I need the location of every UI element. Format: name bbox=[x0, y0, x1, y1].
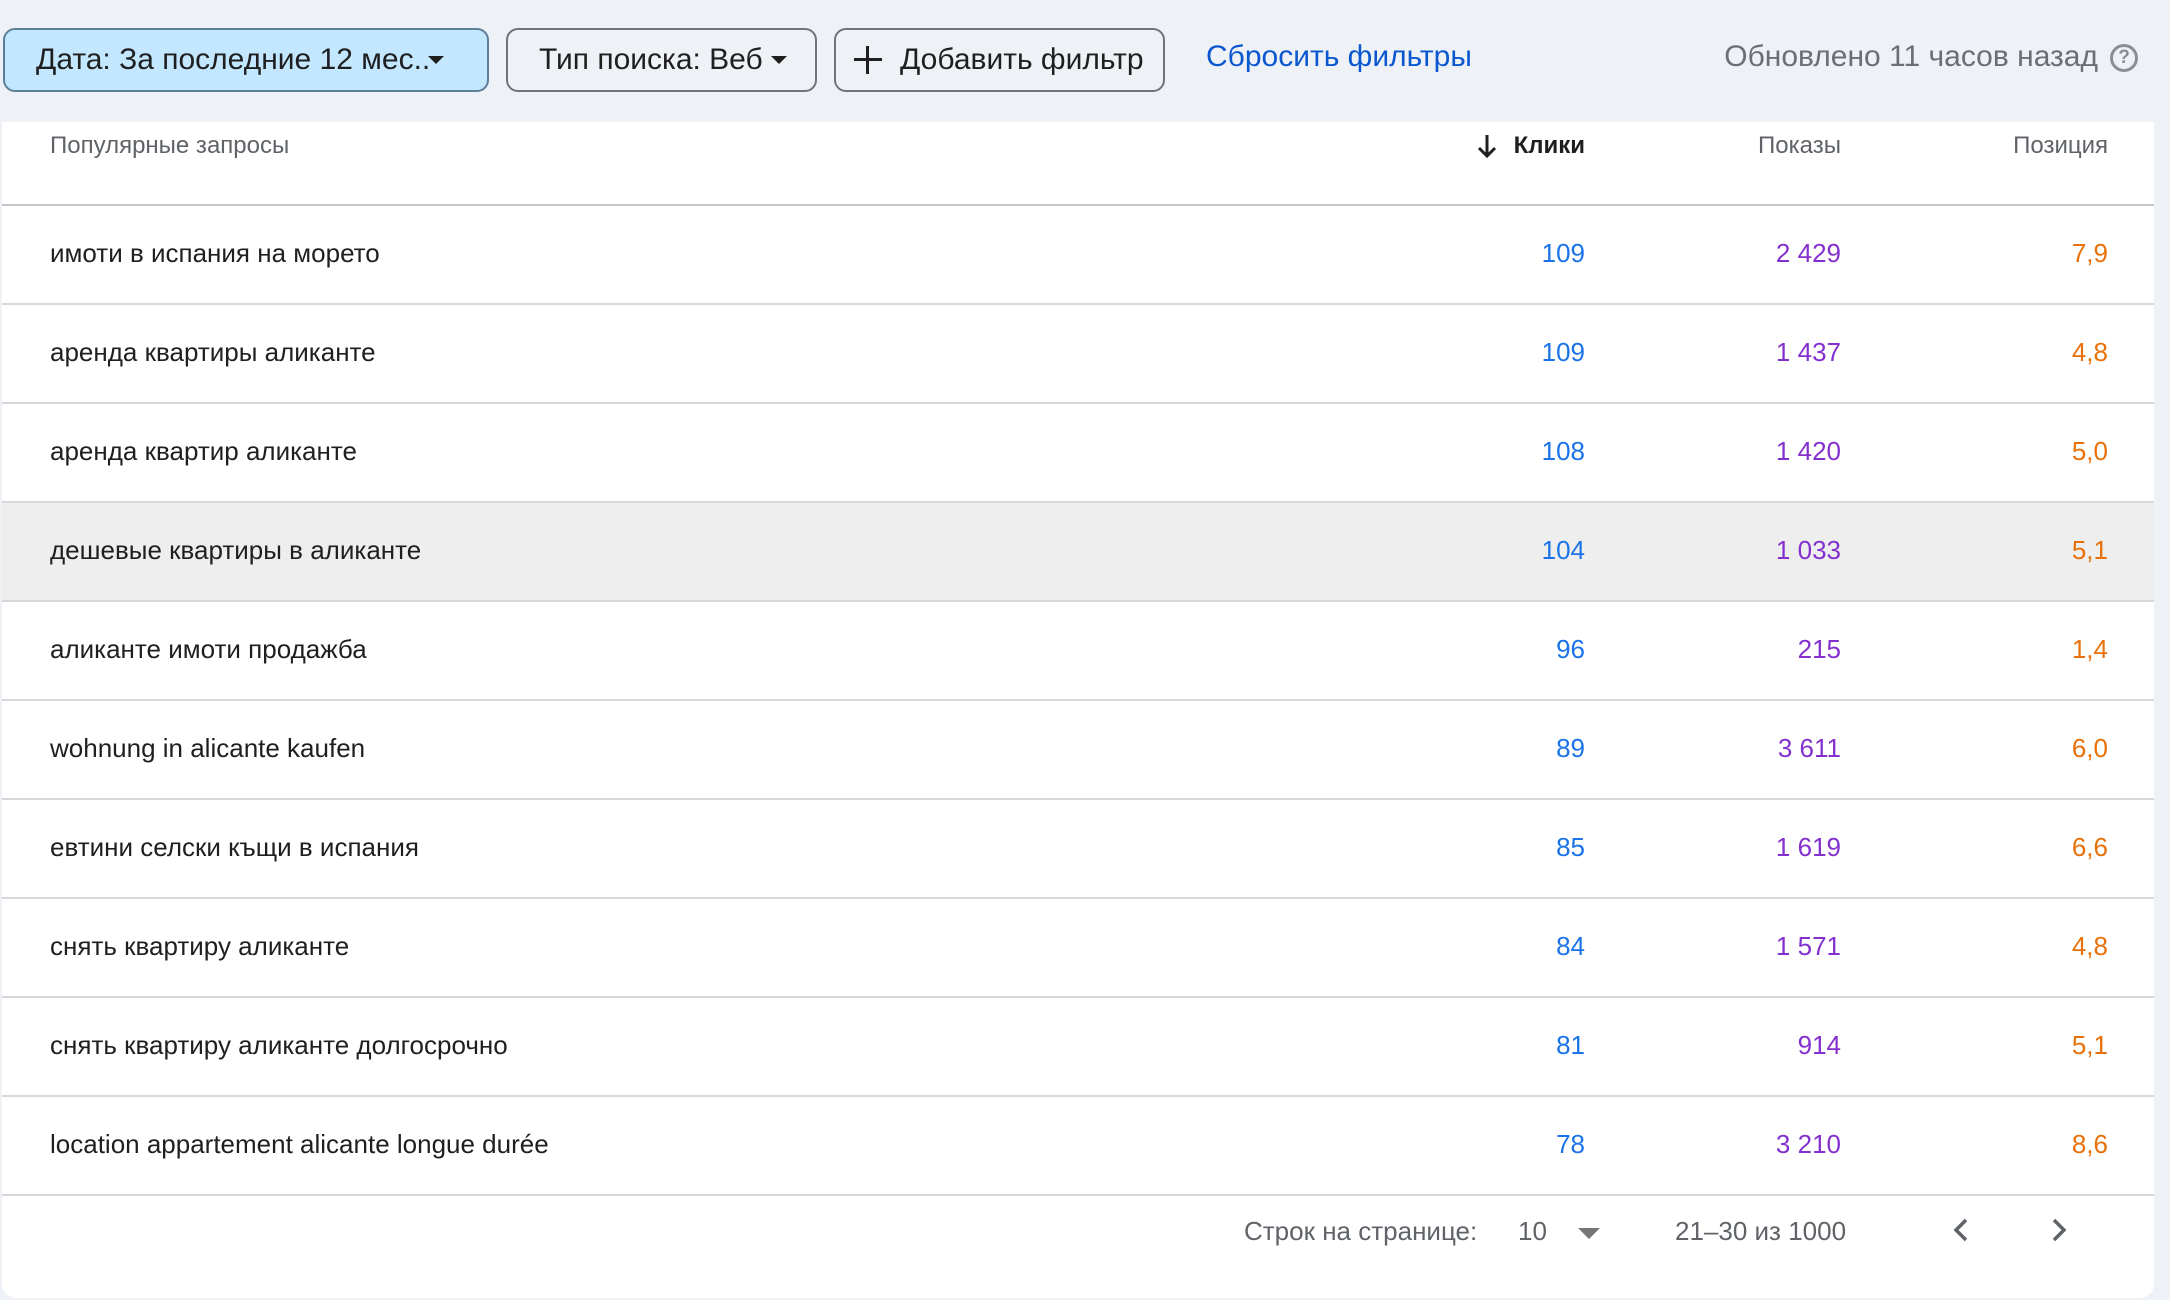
query-cell: аренда квартир аликанте bbox=[50, 436, 357, 466]
query-cell: аренда квартиры аликанте bbox=[50, 337, 376, 367]
table-row[interactable]: аренда квартиры аликанте 109 1 437 4,8 bbox=[2, 305, 2154, 404]
rows-per-page-select[interactable]: 10 bbox=[1518, 1216, 1608, 1250]
impressions-cell: 1 420 bbox=[1775, 436, 1841, 466]
column-header-query[interactable]: Популярные запросы bbox=[50, 132, 289, 160]
position-cell: 4,8 bbox=[2071, 337, 2108, 367]
table-row[interactable]: wohnung in alicante kaufen 89 3 611 6,0 bbox=[2, 701, 2154, 800]
impressions-cell: 3 611 bbox=[1777, 733, 1841, 763]
table-row[interactable]: снять квартиру аликанте 84 1 571 4,8 bbox=[2, 899, 2154, 998]
position-cell: 5,0 bbox=[2071, 436, 2108, 466]
impressions-cell: 215 bbox=[1797, 634, 1841, 664]
query-cell: location appartement alicante longue dur… bbox=[50, 1129, 549, 1159]
date-filter-label: Дата: За последние 12 мес... bbox=[36, 43, 428, 76]
clicks-cell: 109 bbox=[1541, 238, 1585, 268]
clicks-cell: 89 bbox=[1556, 733, 1585, 763]
query-cell: дешевые квартиры в аликанте bbox=[50, 535, 422, 565]
pagination-bar: Строк на странице: 10 21–30 из 1000 bbox=[2, 1180, 2154, 1298]
query-cell: wohnung in alicante kaufen bbox=[50, 733, 366, 763]
reset-filters-link[interactable]: Сбросить фильтры bbox=[1206, 40, 1472, 74]
add-filter-button[interactable]: Добавить фильтр bbox=[834, 28, 1165, 92]
arrow-down-icon bbox=[1476, 133, 1498, 159]
caret-down-icon bbox=[771, 56, 787, 64]
chevron-left-icon bbox=[1953, 1218, 1968, 1242]
position-cell: 5,1 bbox=[2071, 535, 2108, 565]
impressions-cell: 1 571 bbox=[1775, 931, 1841, 961]
column-header-clicks-label: Клики bbox=[1513, 132, 1585, 159]
impressions-cell: 2 429 bbox=[1775, 238, 1841, 268]
impressions-cell: 914 bbox=[1797, 1030, 1841, 1060]
caret-down-icon bbox=[428, 56, 444, 64]
position-cell: 4,8 bbox=[2071, 931, 2108, 961]
column-header-impressions[interactable]: Показы bbox=[1758, 132, 1841, 160]
table-row[interactable]: аликанте имоти продажба 96 215 1,4 bbox=[2, 602, 2154, 701]
position-cell: 1,4 bbox=[2071, 634, 2108, 664]
position-cell: 6,0 bbox=[2071, 733, 2108, 763]
next-page-button[interactable] bbox=[2034, 1206, 2082, 1254]
impressions-cell: 1 619 bbox=[1775, 832, 1841, 862]
caret-down-icon bbox=[1578, 1228, 1600, 1239]
clicks-cell: 78 bbox=[1556, 1129, 1585, 1159]
page-range-text: 21–30 из 1000 bbox=[1675, 1216, 1847, 1246]
impressions-cell: 3 210 bbox=[1775, 1129, 1841, 1159]
chevron-right-icon bbox=[2052, 1218, 2067, 1242]
previous-page-button[interactable] bbox=[1938, 1206, 1986, 1254]
table-row[interactable]: имоти в испания на морето 109 2 429 7,9 bbox=[2, 206, 2154, 305]
date-filter-chip[interactable]: Дата: За последние 12 мес... bbox=[3, 28, 489, 92]
clicks-cell: 109 bbox=[1541, 337, 1585, 367]
clicks-cell: 84 bbox=[1556, 931, 1585, 961]
plus-icon bbox=[854, 46, 882, 74]
rows-per-page-label: Строк на странице: bbox=[1244, 1216, 1478, 1246]
filter-bar: Дата: За последние 12 мес... Тип поиска:… bbox=[0, 0, 2170, 122]
query-cell: евтини селски къщи в испания bbox=[50, 832, 419, 862]
add-filter-label: Добавить фильтр bbox=[900, 43, 1144, 76]
position-cell: 7,9 bbox=[2071, 238, 2108, 268]
help-icon[interactable]: ? bbox=[2110, 44, 2138, 72]
position-cell: 6,6 bbox=[2071, 832, 2108, 862]
clicks-cell: 85 bbox=[1556, 832, 1585, 862]
impressions-cell: 1 033 bbox=[1775, 535, 1841, 565]
search-type-label: Тип поиска: Веб bbox=[539, 43, 763, 76]
position-cell: 5,1 bbox=[2071, 1030, 2108, 1060]
query-cell: имоти в испания на морето bbox=[50, 238, 380, 268]
position-cell: 8,6 bbox=[2071, 1129, 2108, 1159]
last-updated-text: Обновлено 11 часов назад bbox=[1724, 40, 2098, 73]
table-row[interactable]: евтини селски къщи в испания 85 1 619 6,… bbox=[2, 800, 2154, 899]
query-cell: снять квартиру аликанте долгосрочно bbox=[50, 1030, 508, 1060]
query-cell: снять квартиру аликанте bbox=[50, 931, 350, 961]
table-row[interactable]: дешевые квартиры в аликанте 104 1 033 5,… bbox=[2, 503, 2154, 602]
impressions-cell: 1 437 bbox=[1775, 337, 1841, 367]
column-header-position[interactable]: Позиция bbox=[2013, 132, 2108, 160]
table-row[interactable]: снять квартиру аликанте долгосрочно 81 9… bbox=[2, 998, 2154, 1097]
table-row[interactable]: аренда квартир аликанте 108 1 420 5,0 bbox=[2, 404, 2154, 503]
clicks-cell: 104 bbox=[1541, 535, 1585, 565]
column-header-clicks[interactable]: Клики bbox=[1476, 132, 1585, 160]
clicks-cell: 81 bbox=[1556, 1030, 1585, 1060]
rows-per-page-value: 10 bbox=[1518, 1216, 1547, 1246]
clicks-cell: 96 bbox=[1556, 634, 1585, 664]
clicks-cell: 108 bbox=[1541, 436, 1585, 466]
queries-table-card: Популярные запросы Клики Показы Позиция … bbox=[2, 122, 2154, 1298]
query-cell: аликанте имоти продажба bbox=[50, 634, 367, 664]
search-type-chip[interactable]: Тип поиска: Веб bbox=[506, 28, 817, 92]
table-header: Популярные запросы Клики Показы Позиция bbox=[2, 122, 2154, 206]
